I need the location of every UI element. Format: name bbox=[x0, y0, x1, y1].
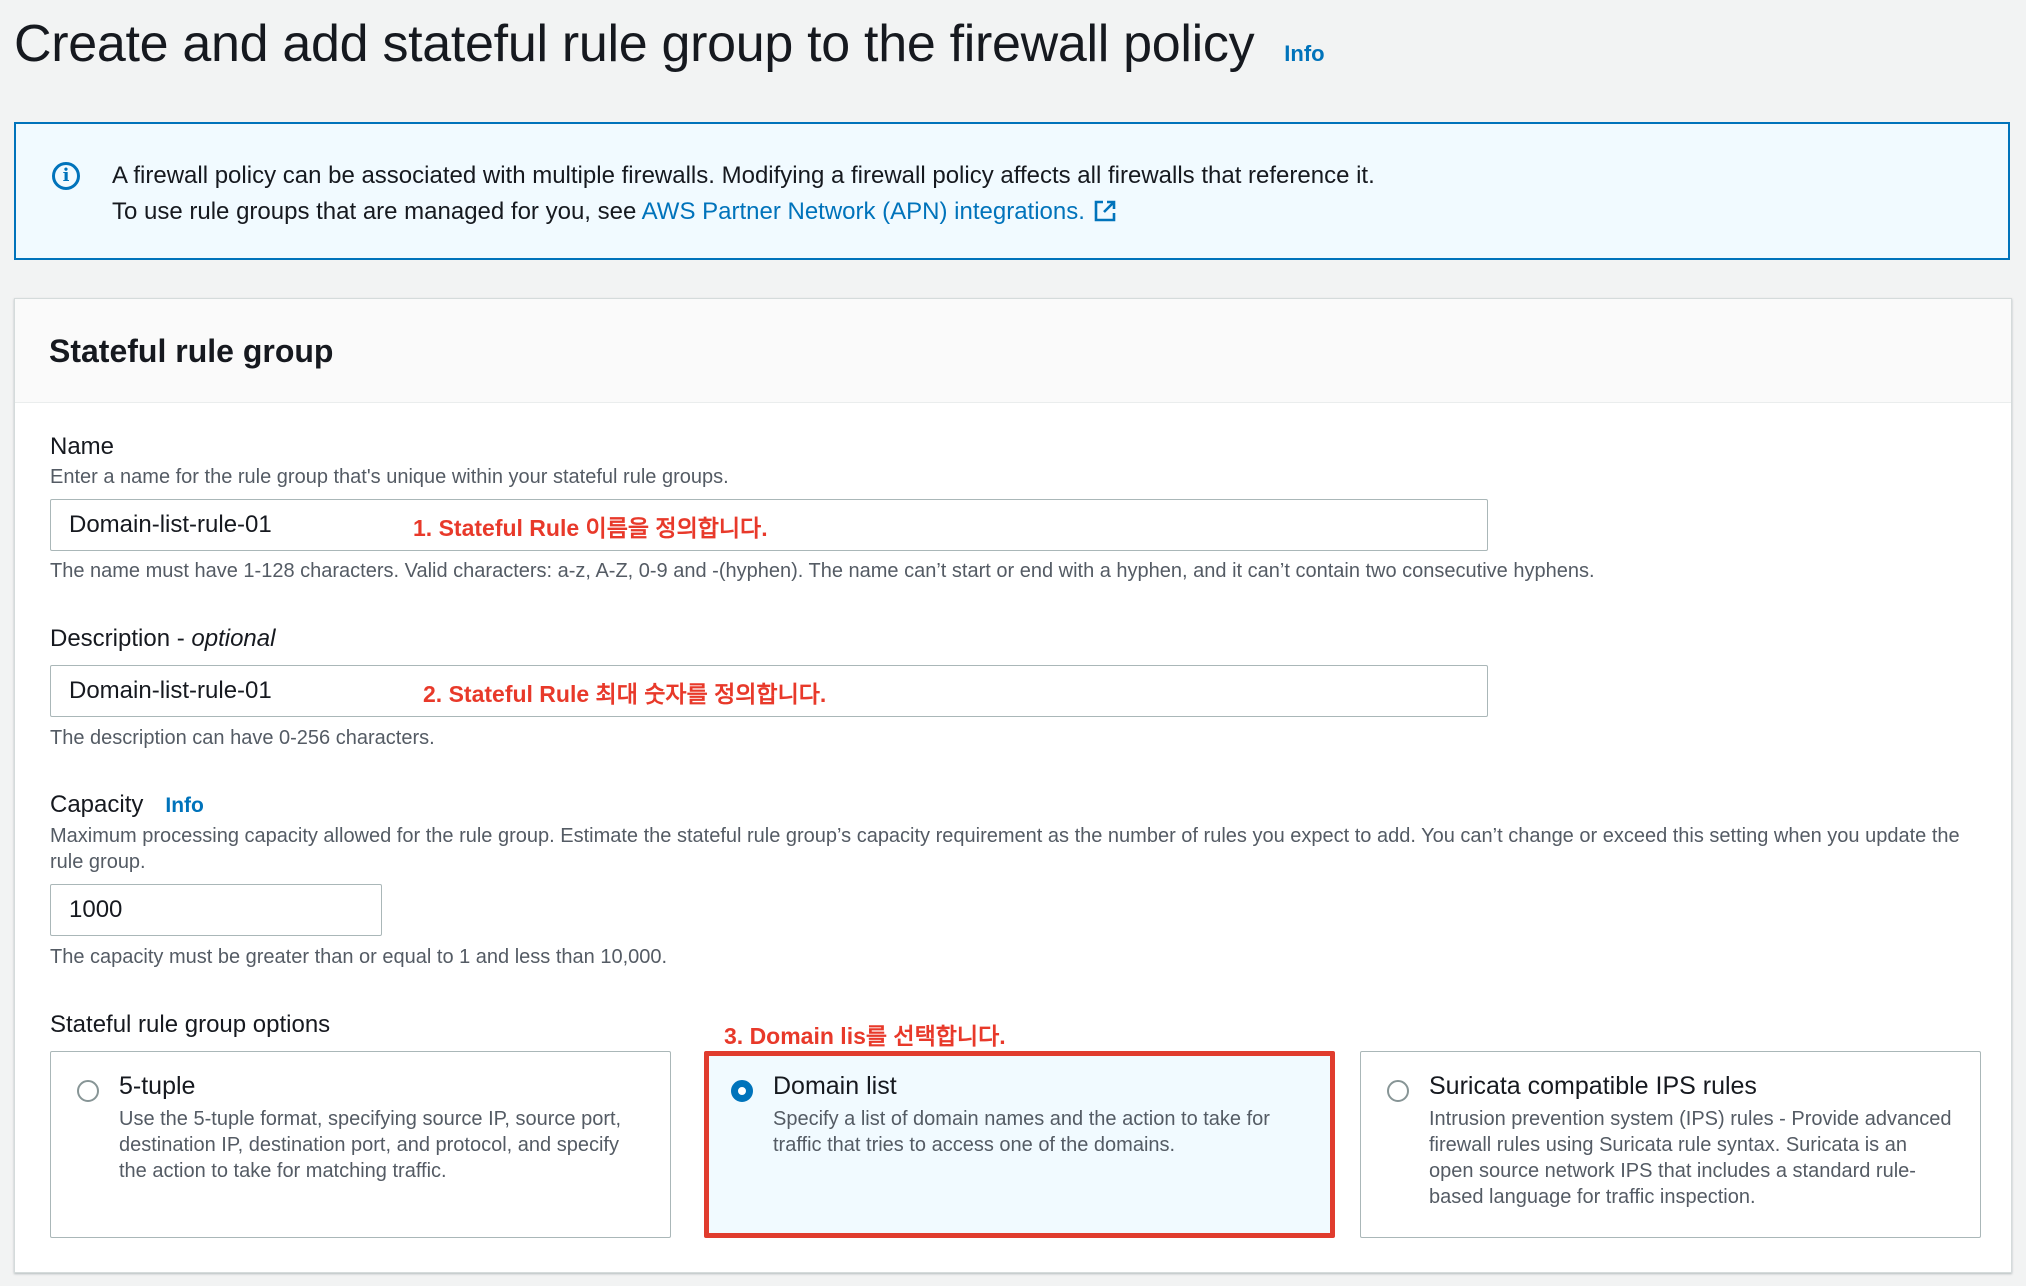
alert-text: A firewall policy can be associated with… bbox=[112, 158, 1988, 234]
options-label: Stateful rule group options bbox=[50, 1011, 331, 1038]
radio-selected-icon[interactable] bbox=[731, 1080, 753, 1102]
tile-5-tuple[interactable]: 5-tuple Use the 5-tuple format, specifyi… bbox=[50, 1051, 671, 1238]
description-optional-label: optional bbox=[191, 625, 276, 652]
capacity-label: Capacity Info bbox=[50, 791, 204, 819]
capacity-info-link[interactable]: Info bbox=[165, 794, 203, 817]
capacity-constraint: The capacity must be greater than or equ… bbox=[50, 946, 668, 968]
alert-line-2-prefix: To use rule groups that are managed for … bbox=[112, 198, 642, 225]
name-input[interactable]: Domain-list-rule-01 bbox=[50, 499, 1488, 551]
info-alert: i A firewall policy can be associated wi… bbox=[14, 122, 2010, 260]
tile-title: Suricata compatible IPS rules bbox=[1429, 1072, 1757, 1100]
description-label: Description - optional bbox=[50, 625, 275, 653]
tile-description: Use the 5-tuple format, specifying sourc… bbox=[119, 1108, 622, 1182]
container-title: Stateful rule group bbox=[49, 333, 334, 369]
annotation-2: 2. Stateful Rule 최대 숫자를 정의합니다. bbox=[423, 681, 827, 707]
capacity-description: Maximum processing capacity allowed for … bbox=[50, 825, 1960, 873]
name-label: Name bbox=[50, 433, 115, 460]
tile-description: Intrusion prevention system (IPS) rules … bbox=[1429, 1108, 1952, 1208]
annotation-3: 3. Domain lis를 선택합니다. bbox=[724, 1023, 1006, 1049]
radio-unselected-icon[interactable] bbox=[1387, 1080, 1409, 1102]
capacity-label-text: Capacity bbox=[50, 791, 144, 818]
tile-suricata-ips-rules[interactable]: Suricata compatible IPS rules Intrusion … bbox=[1360, 1051, 1981, 1238]
alert-line-2: To use rule groups that are managed for … bbox=[112, 194, 1988, 234]
header-info-link[interactable]: Info bbox=[1284, 41, 1324, 67]
tile-title: 5-tuple bbox=[119, 1072, 196, 1100]
description-constraint: The description can have 0-256 character… bbox=[50, 727, 435, 749]
annotation-1: 1. Stateful Rule 이름을 정의합니다. bbox=[413, 515, 768, 541]
capacity-input[interactable]: 1000 bbox=[50, 884, 382, 936]
tile-domain-list[interactable]: Domain list Specify a list of domain nam… bbox=[704, 1051, 1335, 1238]
alert-line-1: A firewall policy can be associated with… bbox=[112, 162, 1375, 189]
page-title: Create and add stateful rule group to th… bbox=[14, 15, 1255, 73]
page-header: Create and add stateful rule group to th… bbox=[14, 14, 1325, 74]
tile-title: Domain list bbox=[773, 1072, 897, 1100]
stateful-rule-group-container: Stateful rule group Name Enter a name fo… bbox=[14, 298, 2012, 1273]
tile-description: Specify a list of domain names and the a… bbox=[773, 1108, 1270, 1156]
description-label-text: Description - bbox=[50, 625, 192, 652]
name-description: Enter a name for the rule group that's u… bbox=[50, 466, 729, 488]
external-link-icon[interactable] bbox=[1093, 198, 1117, 234]
radio-unselected-icon[interactable] bbox=[77, 1080, 99, 1102]
container-header: Stateful rule group bbox=[15, 299, 2011, 403]
info-circle-icon: i bbox=[52, 162, 80, 190]
apn-integrations-link[interactable]: AWS Partner Network (APN) integrations. bbox=[642, 198, 1085, 225]
name-constraint: The name must have 1-128 characters. Val… bbox=[50, 560, 1595, 582]
